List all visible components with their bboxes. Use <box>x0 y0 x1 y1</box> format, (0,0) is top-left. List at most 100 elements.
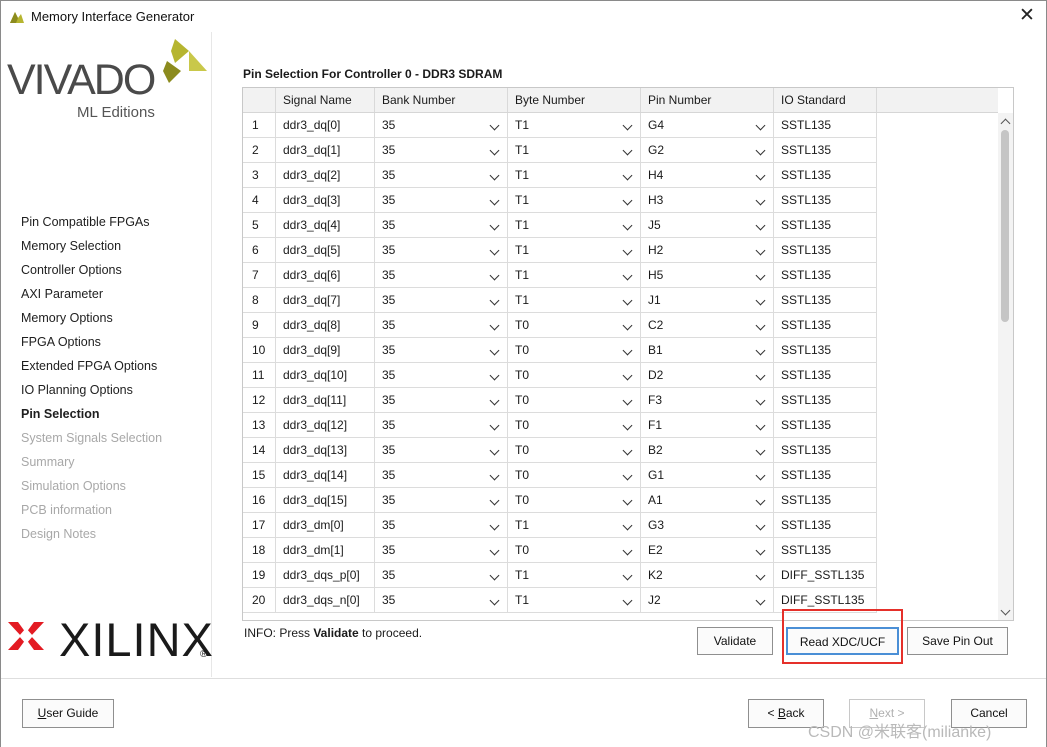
chevron-down-icon[interactable] <box>755 295 766 306</box>
signal-name-cell[interactable]: ddr3_dq[2] <box>276 163 375 188</box>
byte-number-dropdown[interactable]: T0 <box>508 488 641 513</box>
chevron-down-icon[interactable] <box>622 170 633 181</box>
scroll-up-icon[interactable] <box>1000 118 1011 129</box>
bank-number-dropdown[interactable]: 35 <box>375 563 508 588</box>
bank-number-dropdown[interactable]: 35 <box>375 538 508 563</box>
chevron-down-icon[interactable] <box>489 470 500 481</box>
signal-name-cell[interactable]: ddr3_dq[8] <box>276 313 375 338</box>
byte-number-dropdown[interactable]: T0 <box>508 413 641 438</box>
validate-button[interactable]: Validate <box>697 627 773 655</box>
chevron-down-icon[interactable] <box>489 545 500 556</box>
signal-name-cell[interactable]: ddr3_dq[11] <box>276 388 375 413</box>
chevron-down-icon[interactable] <box>622 345 633 356</box>
byte-number-dropdown[interactable]: T1 <box>508 513 641 538</box>
signal-name-cell[interactable]: ddr3_dq[1] <box>276 138 375 163</box>
chevron-down-icon[interactable] <box>755 595 766 606</box>
chevron-down-icon[interactable] <box>622 395 633 406</box>
byte-number-dropdown[interactable]: T1 <box>508 238 641 263</box>
chevron-down-icon[interactable] <box>755 420 766 431</box>
byte-number-dropdown[interactable]: T1 <box>508 263 641 288</box>
pin-number-dropdown[interactable]: H5 <box>641 263 774 288</box>
pin-number-dropdown[interactable]: E2 <box>641 538 774 563</box>
chevron-down-icon[interactable] <box>622 420 633 431</box>
pin-number-dropdown[interactable]: G2 <box>641 138 774 163</box>
pin-number-dropdown[interactable]: H2 <box>641 238 774 263</box>
chevron-down-icon[interactable] <box>489 170 500 181</box>
bank-number-dropdown[interactable]: 35 <box>375 413 508 438</box>
signal-name-cell[interactable]: ddr3_dqs_n[0] <box>276 588 375 613</box>
chevron-down-icon[interactable] <box>622 195 633 206</box>
signal-name-cell[interactable]: ddr3_dq[4] <box>276 213 375 238</box>
chevron-down-icon[interactable] <box>489 495 500 506</box>
byte-number-dropdown[interactable]: T0 <box>508 538 641 563</box>
pin-number-dropdown[interactable]: B2 <box>641 438 774 463</box>
bank-number-dropdown[interactable]: 35 <box>375 588 508 613</box>
chevron-down-icon[interactable] <box>622 495 633 506</box>
chevron-down-icon[interactable] <box>755 195 766 206</box>
pin-number-dropdown[interactable]: F1 <box>641 413 774 438</box>
chevron-down-icon[interactable] <box>622 595 633 606</box>
pin-number-dropdown[interactable]: F3 <box>641 388 774 413</box>
byte-number-dropdown[interactable]: T0 <box>508 338 641 363</box>
byte-number-dropdown[interactable]: T1 <box>508 138 641 163</box>
chevron-down-icon[interactable] <box>489 295 500 306</box>
chevron-down-icon[interactable] <box>489 520 500 531</box>
chevron-down-icon[interactable] <box>622 220 633 231</box>
nav-item-pin-selection[interactable]: Pin Selection <box>21 407 162 431</box>
signal-name-cell[interactable]: ddr3_dq[12] <box>276 413 375 438</box>
bank-number-dropdown[interactable]: 35 <box>375 463 508 488</box>
chevron-down-icon[interactable] <box>622 320 633 331</box>
pin-number-dropdown[interactable]: H3 <box>641 188 774 213</box>
byte-number-dropdown[interactable]: T1 <box>508 163 641 188</box>
nav-item-memory-options[interactable]: Memory Options <box>21 311 162 335</box>
pin-number-dropdown[interactable]: A1 <box>641 488 774 513</box>
pin-number-dropdown[interactable]: J1 <box>641 288 774 313</box>
bank-number-dropdown[interactable]: 35 <box>375 513 508 538</box>
chevron-down-icon[interactable] <box>755 470 766 481</box>
pin-number-dropdown[interactable]: G4 <box>641 113 774 138</box>
bank-number-dropdown[interactable]: 35 <box>375 213 508 238</box>
chevron-down-icon[interactable] <box>622 470 633 481</box>
pin-number-dropdown[interactable]: J5 <box>641 213 774 238</box>
chevron-down-icon[interactable] <box>622 145 633 156</box>
signal-name-cell[interactable]: ddr3_dm[1] <box>276 538 375 563</box>
signal-name-cell[interactable]: ddr3_dq[0] <box>276 113 375 138</box>
nav-item-io-planning-options[interactable]: IO Planning Options <box>21 383 162 407</box>
byte-number-dropdown[interactable]: T0 <box>508 313 641 338</box>
column-header-pin-number[interactable]: Pin Number <box>641 88 774 112</box>
bank-number-dropdown[interactable]: 35 <box>375 238 508 263</box>
pin-number-dropdown[interactable]: K2 <box>641 563 774 588</box>
pin-number-dropdown[interactable]: G3 <box>641 513 774 538</box>
chevron-down-icon[interactable] <box>755 320 766 331</box>
chevron-down-icon[interactable] <box>489 145 500 156</box>
chevron-down-icon[interactable] <box>489 270 500 281</box>
signal-name-cell[interactable]: ddr3_dq[10] <box>276 363 375 388</box>
bank-number-dropdown[interactable]: 35 <box>375 288 508 313</box>
chevron-down-icon[interactable] <box>622 520 633 531</box>
chevron-down-icon[interactable] <box>622 245 633 256</box>
byte-number-dropdown[interactable]: T1 <box>508 113 641 138</box>
read-xdc-ucf-button[interactable]: Read XDC/UCF <box>786 627 899 655</box>
chevron-down-icon[interactable] <box>755 570 766 581</box>
pin-number-dropdown[interactable]: J2 <box>641 588 774 613</box>
nav-item-axi-parameter[interactable]: AXI Parameter <box>21 287 162 311</box>
chevron-down-icon[interactable] <box>755 545 766 556</box>
pin-number-dropdown[interactable]: D2 <box>641 363 774 388</box>
nav-item-controller-options[interactable]: Controller Options <box>21 263 162 287</box>
signal-name-cell[interactable]: ddr3_dq[7] <box>276 288 375 313</box>
nav-item-memory-selection[interactable]: Memory Selection <box>21 239 162 263</box>
signal-name-cell[interactable]: ddr3_dq[13] <box>276 438 375 463</box>
chevron-down-icon[interactable] <box>755 370 766 381</box>
byte-number-dropdown[interactable]: T0 <box>508 388 641 413</box>
pin-number-dropdown[interactable]: G1 <box>641 463 774 488</box>
chevron-down-icon[interactable] <box>755 120 766 131</box>
byte-number-dropdown[interactable]: T0 <box>508 438 641 463</box>
bank-number-dropdown[interactable]: 35 <box>375 163 508 188</box>
nav-item-extended-fpga-options[interactable]: Extended FPGA Options <box>21 359 162 383</box>
pin-number-dropdown[interactable]: C2 <box>641 313 774 338</box>
chevron-down-icon[interactable] <box>489 420 500 431</box>
chevron-down-icon[interactable] <box>622 120 633 131</box>
pin-number-dropdown[interactable]: H4 <box>641 163 774 188</box>
byte-number-dropdown[interactable]: T1 <box>508 588 641 613</box>
chevron-down-icon[interactable] <box>489 345 500 356</box>
